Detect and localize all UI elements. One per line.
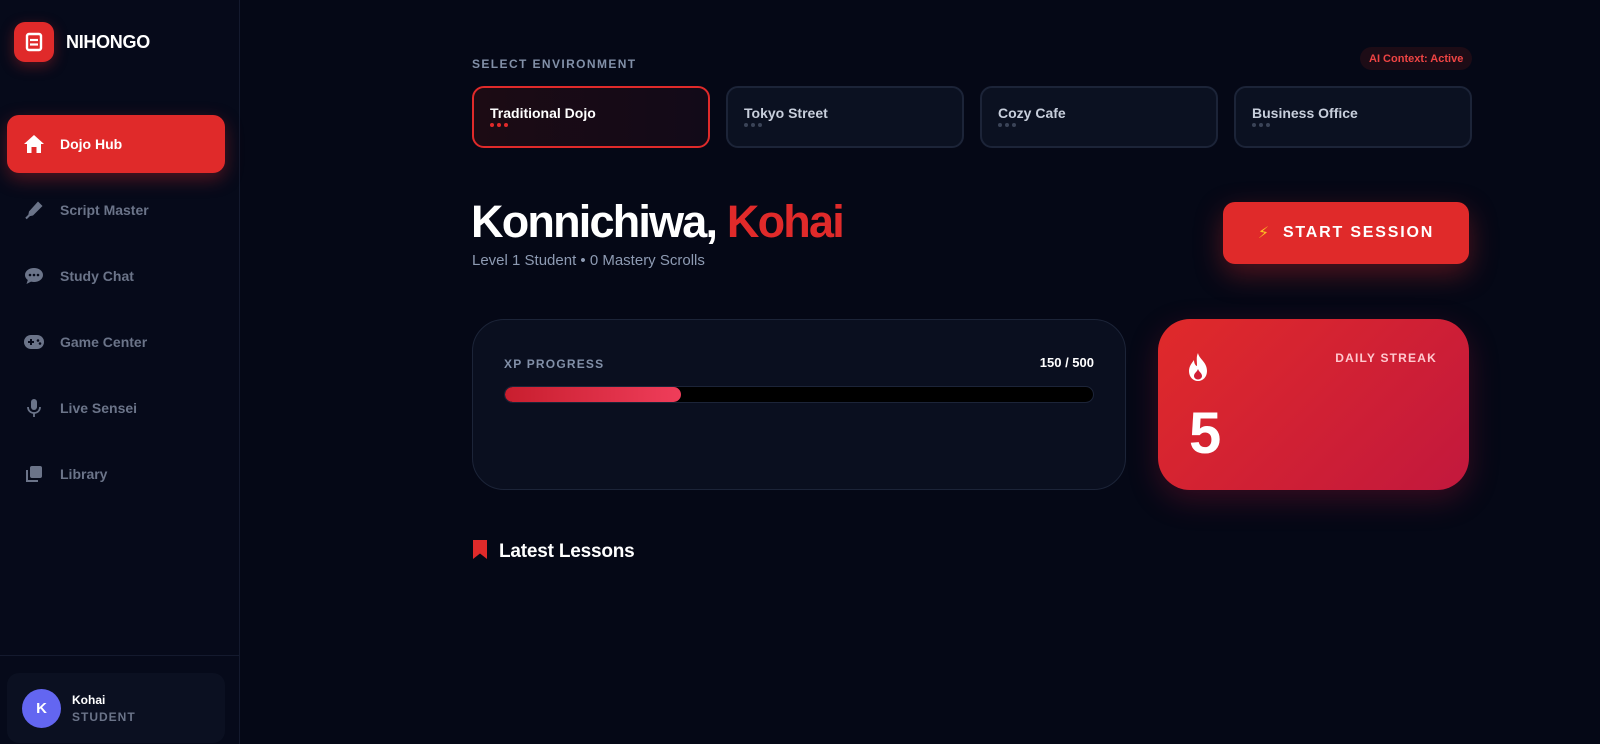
sidebar-item-game-center[interactable]: Game Center	[7, 313, 225, 371]
greeting-name: Kohai	[726, 196, 845, 247]
xp-progress-fill	[505, 387, 682, 402]
dots-indicator	[1252, 123, 1470, 127]
environment-option-business-office[interactable]: Business Office	[1234, 86, 1472, 148]
chat-icon	[23, 265, 45, 287]
sidebar-item-label: Library	[60, 466, 108, 482]
environment-option-label: Tokyo Street	[744, 105, 828, 121]
environment-option-label: Business Office	[1252, 105, 1358, 121]
library-icon	[23, 463, 45, 485]
sidebar-item-label: Script Master	[60, 202, 149, 218]
sidebar-item-label: Game Center	[60, 334, 148, 350]
sidebar-item-library[interactable]: Library	[7, 445, 225, 503]
start-session-label: START SESSION	[1282, 224, 1435, 241]
greeting-prefix: Konnichiwa,	[471, 196, 727, 247]
environment-option-traditional-dojo[interactable]: Traditional Dojo	[472, 86, 710, 148]
pen-icon	[23, 199, 45, 221]
bookmark-icon	[472, 539, 488, 565]
lightning-icon: ⚡	[1257, 225, 1271, 242]
daily-streak-card: DAILY STREAK 5	[1158, 319, 1469, 490]
dots-indicator	[998, 123, 1216, 127]
latest-lessons-title: Latest Lessons	[499, 541, 635, 562]
streak-label: DAILY STREAK	[1335, 351, 1437, 365]
avatar: K	[22, 688, 61, 728]
user-role: STUDENT	[72, 709, 136, 724]
sidebar-footer: K Kohai STUDENT	[0, 655, 240, 744]
sidebar-item-label: Live Sensei	[60, 400, 138, 416]
environment-label: SELECT ENVIRONMENT	[472, 57, 637, 71]
environment-option-cozy-cafe[interactable]: Cozy Cafe	[980, 86, 1218, 148]
sidebar-item-script-master[interactable]: Script Master	[7, 181, 225, 239]
xp-value: 150 / 500	[1039, 355, 1094, 370]
sidebar-nav: Dojo Hub Script Master Study Chat Game C…	[7, 115, 225, 511]
sidebar: NIHONGO Dojo Hub Script Master Study Cha…	[0, 0, 240, 744]
sidebar-item-study-chat[interactable]: Study Chat	[7, 247, 225, 305]
dots-indicator	[490, 123, 708, 127]
xp-progress-bar	[504, 386, 1094, 403]
ai-context-badge: AI Context: Active	[1360, 47, 1473, 70]
user-level-summary: Level 1 Student • 0 Mastery Scrolls	[472, 252, 705, 269]
fire-icon	[1186, 352, 1210, 387]
environment-option-tokyo-street[interactable]: Tokyo Street	[726, 86, 964, 148]
dots-indicator	[744, 123, 962, 127]
user-name: Kohai	[72, 692, 106, 707]
brand[interactable]: NIHONGO	[14, 22, 150, 62]
microphone-icon	[23, 397, 45, 419]
environment-option-label: Cozy Cafe	[998, 105, 1066, 121]
xp-progress-card: XP PROGRESS 150 / 500	[472, 319, 1126, 490]
environment-option-label: Traditional Dojo	[490, 105, 596, 121]
sidebar-item-label: Dojo Hub	[60, 136, 123, 152]
home-icon	[23, 133, 45, 155]
xp-label: XP PROGRESS	[504, 357, 605, 371]
sidebar-item-label: Study Chat	[60, 268, 134, 284]
sidebar-item-live-sensei[interactable]: Live Sensei	[7, 379, 225, 437]
book-icon	[14, 22, 54, 62]
start-session-button[interactable]: ⚡ START SESSION	[1223, 202, 1469, 264]
environment-selector: Traditional Dojo Tokyo Street Cozy Cafe …	[472, 86, 1472, 148]
brand-name: NIHONGO	[66, 31, 150, 52]
user-profile[interactable]: K Kohai STUDENT	[7, 673, 225, 743]
page-title: Konnichiwa, Kohai	[471, 196, 845, 248]
sidebar-item-dojo-hub[interactable]: Dojo Hub	[7, 115, 225, 173]
latest-lessons-header: Latest Lessons	[472, 539, 635, 565]
gamepad-icon	[23, 331, 45, 353]
streak-value: 5	[1189, 401, 1222, 466]
